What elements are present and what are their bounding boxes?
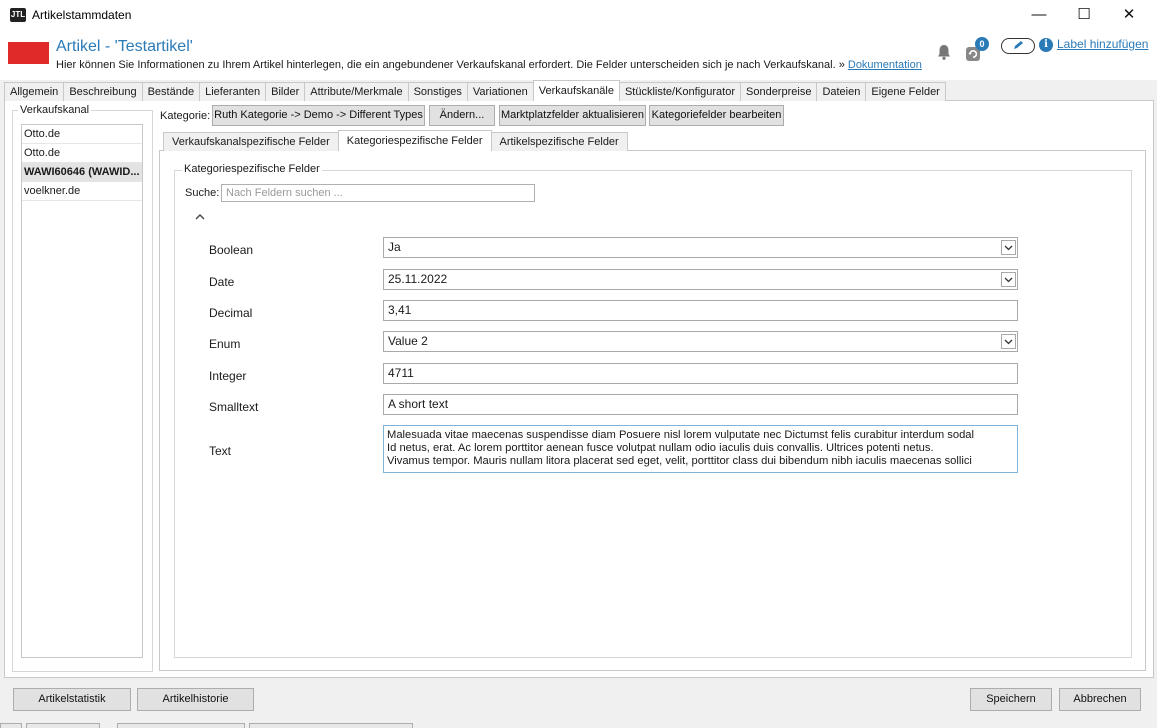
tab-variationen[interactable]: Variationen [466, 82, 534, 101]
channel-item[interactable]: Otto.de [22, 125, 142, 144]
search-label: Suche: [185, 187, 220, 199]
article-color-marker [8, 42, 49, 64]
taskbar-stub [249, 723, 413, 728]
enum-select[interactable]: Value 2 [383, 331, 1018, 352]
save-button[interactable]: Speichern [970, 688, 1052, 711]
enum-value: Value 2 [388, 334, 428, 348]
smalltext-input[interactable]: A short text [383, 394, 1018, 415]
tab-bestaende[interactable]: Bestände [141, 82, 201, 101]
maximize-button[interactable]: ☐ [1061, 0, 1107, 30]
change-category-button[interactable]: Ändern... [429, 105, 495, 126]
edit-label-toggle[interactable] [1001, 38, 1035, 54]
bell-icon[interactable] [935, 43, 953, 61]
arrow-glyph: » [838, 59, 845, 71]
smalltext-label: Smalltext [209, 400, 259, 414]
taskbar-stub [0, 723, 22, 728]
decimal-label: Decimal [209, 306, 253, 320]
tab-stueckliste-konfigurator[interactable]: Stückliste/Konfigurator [618, 82, 741, 101]
article-history-button[interactable]: Artikelhistorie [137, 688, 254, 711]
tab-bilder[interactable]: Bilder [265, 82, 306, 101]
article-title: Artikel - 'Testartikel' [56, 38, 193, 55]
category-path-button[interactable]: Ruth Kategorie -> Demo -> Different Type… [212, 105, 425, 126]
minimize-button[interactable]: — [1016, 0, 1062, 30]
tab-category-fields[interactable]: Kategoriespezifische Felder [337, 130, 492, 151]
window-title: Artikelstammdaten [32, 8, 132, 22]
taskbar-stub [26, 723, 100, 728]
text-label: Text [209, 444, 232, 458]
tab-sonderpreise[interactable]: Sonderpreise [740, 82, 818, 101]
tab-channel-fields[interactable]: Verkaufskanalspezifische Felder [163, 132, 339, 151]
article-header: Artikel - 'Testartikel' Hier können Sie … [0, 30, 1157, 80]
add-label-link[interactable]: Label hinzufügen [1057, 37, 1148, 51]
app-logo-icon: JTL [10, 8, 26, 22]
tab-article-fields[interactable]: Artikelspezifische Felder [490, 132, 628, 151]
description-text: Hier können Sie Informationen zu Ihrem A… [56, 59, 836, 71]
chevron-up-icon[interactable] [194, 211, 206, 221]
integer-value: 4711 [388, 366, 414, 380]
text-textarea[interactable]: Malesuada vitae maecenas suspendisse dia… [383, 425, 1018, 473]
decimal-value: 3,41 [388, 303, 412, 317]
close-button[interactable]: ✕ [1106, 0, 1152, 30]
pencil-icon [1014, 41, 1023, 49]
integer-label: Integer [209, 369, 247, 383]
chevron-down-icon[interactable] [1001, 272, 1016, 287]
decimal-input[interactable]: 3,41 [383, 300, 1018, 321]
sub-tab-strip: Verkaufskanalspezifische Felder Kategori… [163, 130, 628, 151]
channel-list[interactable]: Otto.de Otto.de WAWI60646 (WAWID... voel… [21, 124, 143, 658]
text-line: Vivamus tempor. Mauris nullam litora pla… [387, 455, 972, 467]
tab-dateien[interactable]: Dateien [816, 82, 867, 101]
article-statistics-button[interactable]: Artikelstatistik [13, 688, 131, 711]
search-input[interactable] [221, 184, 535, 202]
tab-allgemein[interactable]: Allgemein [4, 82, 65, 101]
refresh-marketplace-fields-button[interactable]: Marktplatzfelder aktualisieren [499, 105, 646, 126]
info-icon: i [1039, 38, 1053, 52]
text-line: Id netus, erat. Ac lorem porttitor aenea… [387, 442, 934, 454]
article-description: Hier können Sie Informationen zu Ihrem A… [56, 59, 922, 71]
smalltext-value: A short text [388, 397, 449, 411]
boolean-label: Boolean [209, 243, 254, 257]
taskbar-stub [117, 723, 245, 728]
boolean-select[interactable]: Ja [383, 237, 1018, 258]
enum-label: Enum [209, 337, 241, 351]
category-fields-group-title: Kategoriespezifische Felder [182, 163, 322, 175]
channel-item[interactable]: voelkner.de [22, 182, 142, 201]
tab-attribute-merkmale[interactable]: Attribute/Merkmale [304, 82, 409, 101]
date-value: 25.11.2022 [388, 272, 448, 286]
date-label: Date [209, 275, 235, 289]
tab-eigene-felder[interactable]: Eigene Felder [865, 82, 946, 101]
integer-input[interactable]: 4711 [383, 363, 1018, 384]
channel-item-selected[interactable]: WAWI60646 (WAWID... [22, 163, 142, 182]
main-tab-strip: Allgemein Beschreibung Bestände Lieferan… [4, 80, 946, 101]
category-label: Kategorie: [160, 110, 211, 122]
date-picker[interactable]: 25.11.2022 [383, 269, 1018, 290]
tab-sonstiges[interactable]: Sonstiges [407, 82, 468, 101]
edit-category-fields-button[interactable]: Kategoriefelder bearbeiten [649, 105, 784, 126]
tab-lieferanten[interactable]: Lieferanten [199, 82, 267, 101]
chevron-down-icon[interactable] [1001, 240, 1016, 255]
tab-beschreibung[interactable]: Beschreibung [63, 82, 143, 101]
tab-verkaufskanaele[interactable]: Verkaufskanäle [532, 80, 620, 101]
cancel-button[interactable]: Abbrechen [1059, 688, 1141, 711]
text-line: Malesuada vitae maecenas suspendisse dia… [387, 429, 975, 441]
channel-item[interactable]: Otto.de [22, 144, 142, 163]
documentation-link[interactable]: Dokumentation [848, 59, 922, 71]
notification-badge: 0 [975, 37, 989, 51]
channel-group-title: Verkaufskanal [18, 104, 92, 116]
boolean-value: Ja [388, 240, 401, 254]
window-titlebar [0, 0, 1157, 30]
chevron-down-icon[interactable] [1001, 334, 1016, 349]
